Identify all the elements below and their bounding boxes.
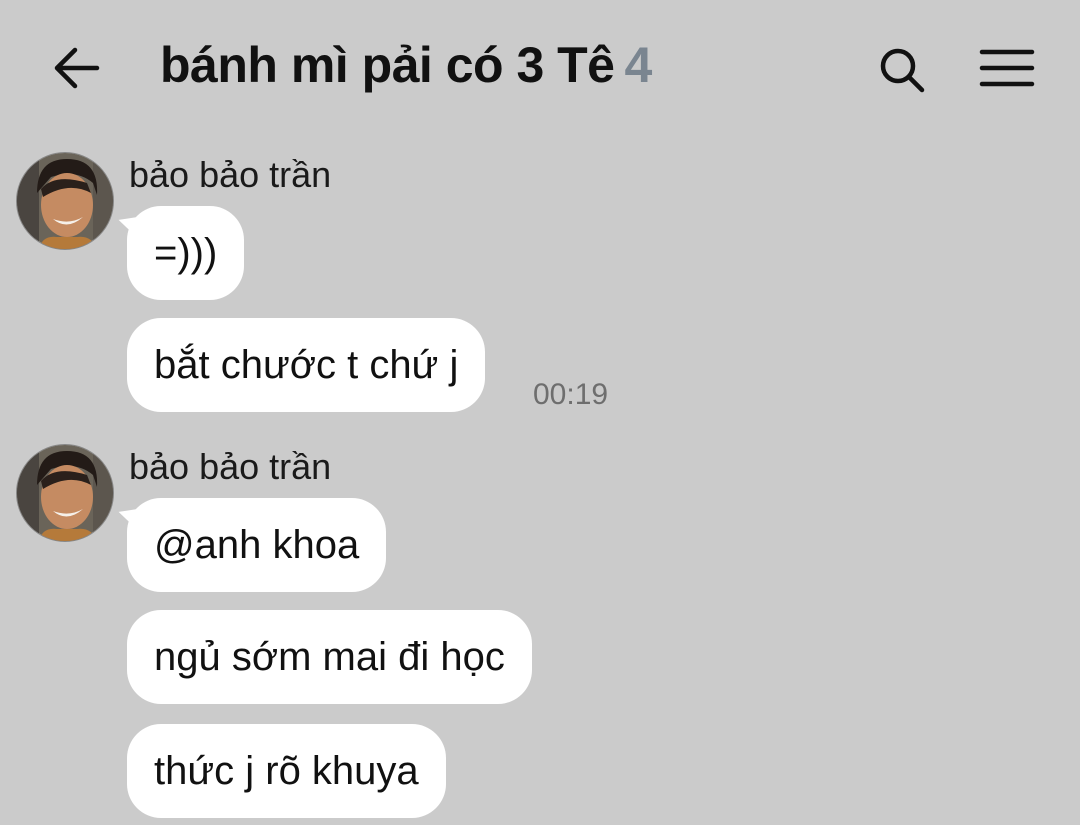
message-bubble[interactable]: bắt chước t chứ j bbox=[127, 318, 486, 412]
message-text: ngủ sớm mai đi học bbox=[154, 634, 505, 679]
arrow-left-icon bbox=[54, 47, 100, 89]
message-text: bắt chước t chứ j bbox=[154, 342, 459, 387]
message-text: =))) bbox=[154, 230, 218, 275]
message-text: @anh khoa bbox=[154, 522, 360, 567]
message-bubble[interactable]: thức j rõ khuya bbox=[127, 724, 446, 818]
group-name: bánh mì pải có 3 Tê bbox=[160, 37, 615, 93]
sender-name: bảo bảo trần bbox=[129, 446, 332, 487]
search-button[interactable] bbox=[872, 40, 932, 100]
sender-name: bảo bảo trần bbox=[129, 154, 332, 195]
message-timestamp: 00:19 bbox=[533, 378, 609, 411]
search-icon bbox=[880, 48, 925, 93]
chat-title[interactable]: bánh mì pải có 3 Tê 4 bbox=[160, 36, 652, 94]
avatar-photo bbox=[17, 445, 113, 541]
hamburger-menu-icon bbox=[979, 49, 1035, 87]
member-count: 4 bbox=[624, 37, 653, 93]
message-text: thức j rõ khuya bbox=[154, 748, 419, 793]
message-bubble[interactable]: @anh khoa bbox=[127, 498, 387, 592]
back-button[interactable] bbox=[46, 38, 106, 98]
chat-header: bánh mì pải có 3 Tê 4 bbox=[0, 0, 1080, 135]
avatar-photo bbox=[17, 153, 113, 249]
avatar[interactable] bbox=[16, 444, 114, 542]
message-bubble[interactable]: =))) bbox=[127, 206, 245, 300]
avatar[interactable] bbox=[16, 152, 114, 250]
menu-button[interactable] bbox=[975, 38, 1039, 98]
message-bubble[interactable]: ngủ sớm mai đi học bbox=[127, 610, 532, 704]
